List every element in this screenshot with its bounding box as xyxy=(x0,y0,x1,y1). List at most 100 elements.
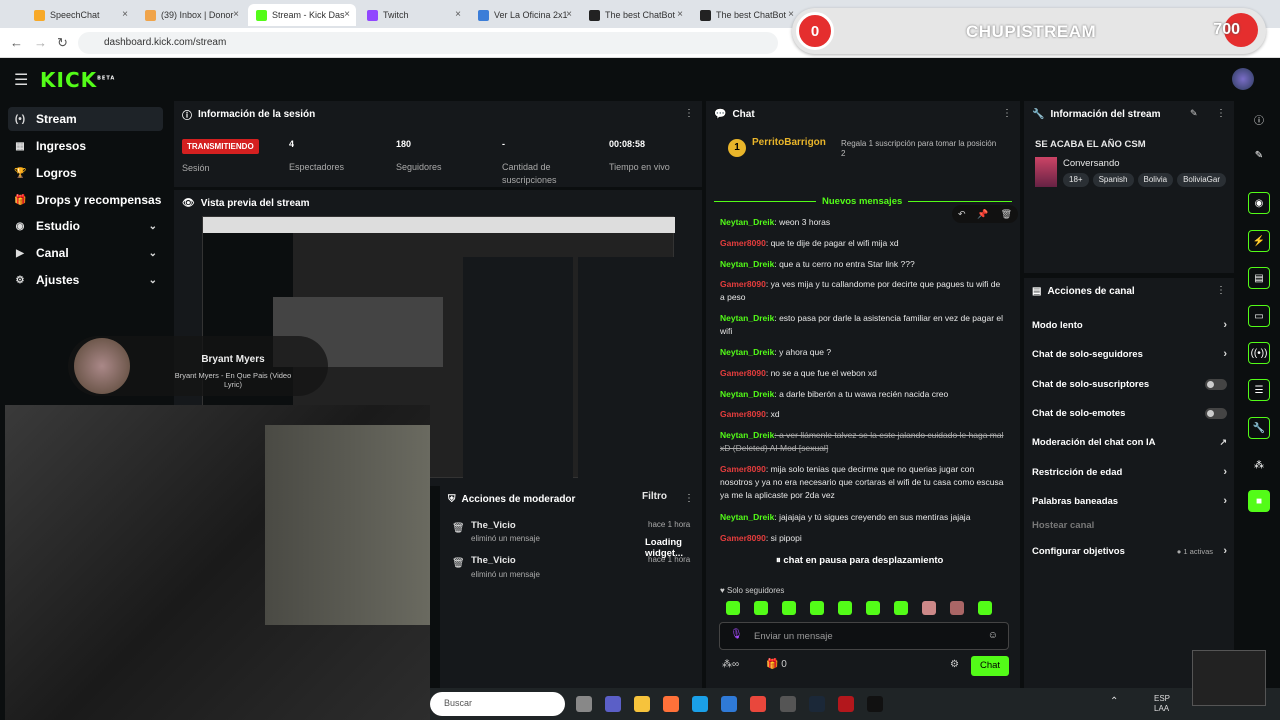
chat-message[interactable]: Gamer8090: si pipopi xyxy=(720,532,1005,545)
chat-username[interactable]: Gamer8090 xyxy=(720,464,766,474)
toggle-switch[interactable] xyxy=(1205,378,1227,390)
broadcast-icon[interactable]: ((•)) xyxy=(1248,342,1270,364)
sidebar-item-stream[interactable]: (•) Stream xyxy=(8,107,163,131)
more-icon[interactable]: ⋮ xyxy=(1002,108,1012,119)
toggle-switch[interactable] xyxy=(1205,407,1227,419)
sidebar-item-ingresos[interactable]: ▦ Ingresos xyxy=(8,134,163,158)
browser-tab[interactable]: (39) Inbox | Donor × xyxy=(137,4,245,26)
category-name[interactable]: Conversando xyxy=(1063,158,1120,169)
tag[interactable]: Spanish xyxy=(1092,173,1134,187)
browser-tab[interactable]: The best ChatBot × xyxy=(692,4,800,26)
close-icon[interactable]: × xyxy=(233,9,239,20)
close-icon[interactable]: × xyxy=(455,9,461,20)
channel-action-row[interactable]: Chat de solo-seguidores › xyxy=(1032,345,1227,363)
chat-message[interactable]: Neytan_Dreik: que a tu cerro no entra St… xyxy=(720,258,1005,271)
document-icon[interactable]: ▤ xyxy=(1248,267,1270,289)
firefox-icon[interactable] xyxy=(663,696,679,712)
chat-message[interactable]: Gamer8090: mija solo tenias que decirme … xyxy=(720,463,1005,502)
url-field[interactable]: dashboard.kick.com/stream xyxy=(78,32,778,54)
chat-message[interactable]: Neytan_Dreik: a ver llámenle talvez se l… xyxy=(720,429,1005,455)
pinned-user[interactable]: PerritoBarrigon xyxy=(752,137,826,148)
emote-icon[interactable] xyxy=(922,601,936,615)
more-icon[interactable]: ⋮ xyxy=(684,108,694,119)
gear-icon[interactable]: ⚙ xyxy=(950,659,959,670)
emote-icon[interactable] xyxy=(866,601,880,615)
chat-username[interactable]: Neytan_Dreik xyxy=(720,430,774,440)
emote-icon[interactable] xyxy=(978,601,992,615)
chat-username[interactable]: Gamer8090 xyxy=(720,279,766,289)
tag[interactable]: Bolivia xyxy=(1137,173,1174,187)
close-icon[interactable]: × xyxy=(566,9,572,20)
chat-username[interactable]: Gamer8090 xyxy=(720,533,766,543)
chat-username[interactable]: Neytan_Dreik xyxy=(720,217,774,227)
emote-icon[interactable] xyxy=(810,601,824,615)
browser-tab[interactable]: Ver La Oficina 2x1 × xyxy=(470,4,578,26)
edge-icon[interactable] xyxy=(692,696,708,712)
channel-action-row[interactable]: Hostear canal xyxy=(1032,516,1227,534)
infinity-icon[interactable]: ⁂∞ xyxy=(722,659,739,670)
channel-action-row[interactable]: Moderación del chat con IA ↗ xyxy=(1032,433,1227,451)
pen-icon[interactable]: ✎ xyxy=(1248,144,1270,166)
chat-message[interactable]: Gamer8090: que te dije de pagar el wifi … xyxy=(720,237,1005,250)
bolt-icon[interactable]: ⚡ xyxy=(1248,230,1270,252)
capture-icon[interactable]: ◉ xyxy=(1248,192,1270,214)
chat-message[interactable]: Neytan_Dreik: a darle biberón a tu wawa … xyxy=(720,388,1005,401)
emote-icon[interactable] xyxy=(754,601,768,615)
tray-arrow-icon[interactable]: ⌃ xyxy=(1110,696,1118,707)
chat-message[interactable]: Gamer8090: ya ves mija y tu callandome p… xyxy=(720,278,1005,304)
chat-username[interactable]: Neytan_Dreik xyxy=(720,347,774,357)
chat-input[interactable]: 🎙 Enviar un mensaje ☺ xyxy=(719,622,1009,650)
emote-icon[interactable] xyxy=(726,601,740,615)
reload-icon[interactable]: ↻ xyxy=(57,35,68,51)
sidebar-item-logros[interactable]: 🏆 Logros xyxy=(8,161,163,185)
chat-message[interactable]: Gamer8090: no se a que fue el webon xd xyxy=(720,367,1005,380)
more-icon[interactable]: ⋮ xyxy=(684,493,694,504)
emoji-icon[interactable]: ☺ xyxy=(988,630,998,641)
obs-icon[interactable] xyxy=(780,696,796,712)
mic-icon[interactable]: 🎙 xyxy=(730,629,743,640)
close-icon[interactable]: × xyxy=(677,9,683,20)
edit-icon[interactable]: ✎ xyxy=(1190,108,1198,119)
forward-icon[interactable]: → xyxy=(34,35,47,50)
chat-message[interactable]: Neytan_Dreik: jajajaja y tú sigues creye… xyxy=(720,511,1005,524)
chat-username[interactable]: Gamer8090 xyxy=(720,368,766,378)
mod-user[interactable]: The_Vicio xyxy=(471,555,516,566)
browser-tab[interactable]: The best ChatBot × xyxy=(581,4,689,26)
tag[interactable]: BoliviaGar xyxy=(1177,173,1226,187)
chat-message[interactable]: Gamer8090: xd xyxy=(720,408,1005,421)
channel-action-row[interactable]: Configurar objetivos ● 1 activas › xyxy=(1032,542,1227,560)
info-icon[interactable]: ⓘ xyxy=(1248,108,1270,130)
sidebar-item-estudio[interactable]: ◉ Estudio ⌄ xyxy=(8,214,163,238)
tag[interactable]: 18+ xyxy=(1063,173,1089,187)
paused-banner[interactable]: ⏸ chat en pausa para desplazamiento xyxy=(776,555,943,566)
close-icon[interactable]: × xyxy=(788,9,794,20)
more-icon[interactable]: ⋮ xyxy=(1216,285,1226,296)
channel-action-row[interactable]: Chat de solo-suscriptores xyxy=(1032,375,1227,393)
filter-button[interactable]: Filtro xyxy=(642,491,667,502)
taskview-icon[interactable] xyxy=(576,696,592,712)
chat-username[interactable]: Neytan_Dreik xyxy=(720,313,774,323)
store-icon[interactable] xyxy=(721,696,737,712)
send-chat-button[interactable]: Chat xyxy=(971,656,1009,676)
chat-message[interactable]: Neytan_Dreik: weon 3 horas xyxy=(720,216,1005,229)
chat-message[interactable]: Neytan_Dreik: y ahora que ? xyxy=(720,346,1005,359)
app-icon[interactable]: ■ xyxy=(1248,490,1270,512)
app-red-icon[interactable] xyxy=(838,696,854,712)
channel-action-row[interactable]: Chat de solo-emotes xyxy=(1032,404,1227,422)
nodes-icon[interactable]: ⁂ xyxy=(1248,454,1270,476)
chat-username[interactable]: Neytan_Dreik xyxy=(720,512,774,522)
back-icon[interactable]: ← xyxy=(10,35,23,50)
close-icon[interactable]: × xyxy=(344,9,350,20)
channel-action-row[interactable]: Modo lento › xyxy=(1032,316,1227,334)
channel-action-row[interactable]: Palabras baneadas › xyxy=(1032,492,1227,510)
emote-icon[interactable] xyxy=(950,601,964,615)
browser-tab[interactable]: Stream - Kick Das × xyxy=(248,4,356,26)
avatar[interactable] xyxy=(1232,68,1254,90)
teams-icon[interactable] xyxy=(605,696,621,712)
emote-icon[interactable] xyxy=(838,601,852,615)
tool-icon[interactable]: 🔧 xyxy=(1248,417,1270,439)
chat-username[interactable]: Gamer8090 xyxy=(720,409,766,419)
chrome-icon[interactable] xyxy=(750,696,766,712)
chat-username[interactable]: Neytan_Dreik xyxy=(720,259,774,269)
chat-bubble-icon[interactable]: ▭ xyxy=(1248,305,1270,327)
